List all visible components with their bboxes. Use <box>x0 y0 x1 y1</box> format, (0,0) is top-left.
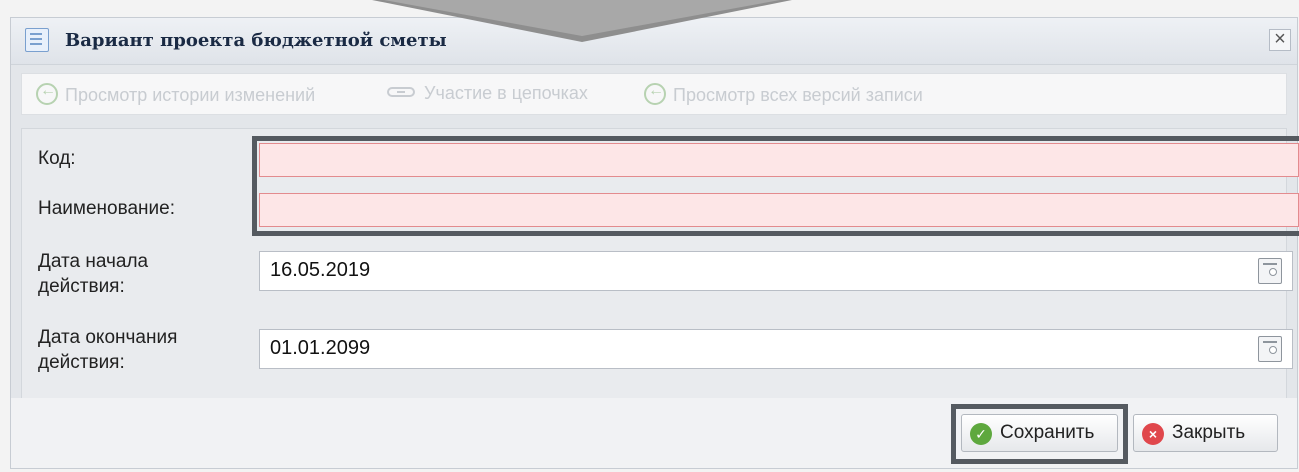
view-all-versions-label: Просмотр всех версий записи <box>673 85 923 105</box>
required-fields-highlight <box>252 136 1299 236</box>
code-label: Код: <box>38 148 76 169</box>
chain-participation-button[interactable]: Участие в цепочках <box>387 83 588 104</box>
view-history-label: Просмотр истории изменений <box>65 85 316 105</box>
close-icon[interactable]: × <box>1269 29 1291 51</box>
start-date-label: Дата начала действия: <box>38 249 148 299</box>
document-icon <box>25 28 49 52</box>
start-date-label-line1: Дата начала <box>38 251 149 272</box>
view-history-button[interactable]: Просмотр истории изменений <box>36 82 316 106</box>
history-icon <box>36 82 58 105</box>
calendar-icon[interactable] <box>1258 336 1282 362</box>
end-date-field[interactable]: 01.01.2099 <box>259 329 1293 369</box>
close-button-label: Закрыть <box>1172 422 1246 443</box>
checkmark-icon: ✓ <box>970 423 992 445</box>
name-label: Наименование: <box>38 198 175 219</box>
chain-icon <box>387 87 415 97</box>
save-button[interactable]: ✓ Сохранить <box>961 414 1118 452</box>
toolbar: Просмотр истории изменений Участие в цеп… <box>21 73 1287 115</box>
start-date-field[interactable]: 16.05.2019 <box>259 251 1293 291</box>
close-button[interactable]: × Закрыть <box>1133 414 1278 452</box>
save-button-label: Сохранить <box>1000 422 1095 443</box>
end-date-label-line2: действия: <box>38 352 125 373</box>
end-date-label-line1: Дата окончания <box>38 327 178 348</box>
end-date-label: Дата окончания действия: <box>38 325 177 375</box>
start-date-label-line2: действия: <box>38 276 125 297</box>
calendar-icon[interactable] <box>1258 258 1282 284</box>
form-panel: Код: Наименование: Дата начала действия:… <box>21 128 1299 414</box>
cancel-icon: × <box>1142 423 1164 445</box>
start-date-value: 16.05.2019 <box>270 259 371 281</box>
arrow-pointer-inner <box>384 0 780 36</box>
dialog-footer: ✓ Сохранить × Закрыть <box>11 398 1297 468</box>
end-date-value: 01.01.2099 <box>270 337 371 359</box>
view-all-versions-button[interactable]: Просмотр всех версий записи <box>644 82 923 106</box>
dialog-window: Вариант проекта бюджетной сметы × Просмо… <box>10 17 1299 469</box>
chain-participation-label: Участие в цепочках <box>424 83 588 103</box>
history-icon <box>644 82 666 105</box>
